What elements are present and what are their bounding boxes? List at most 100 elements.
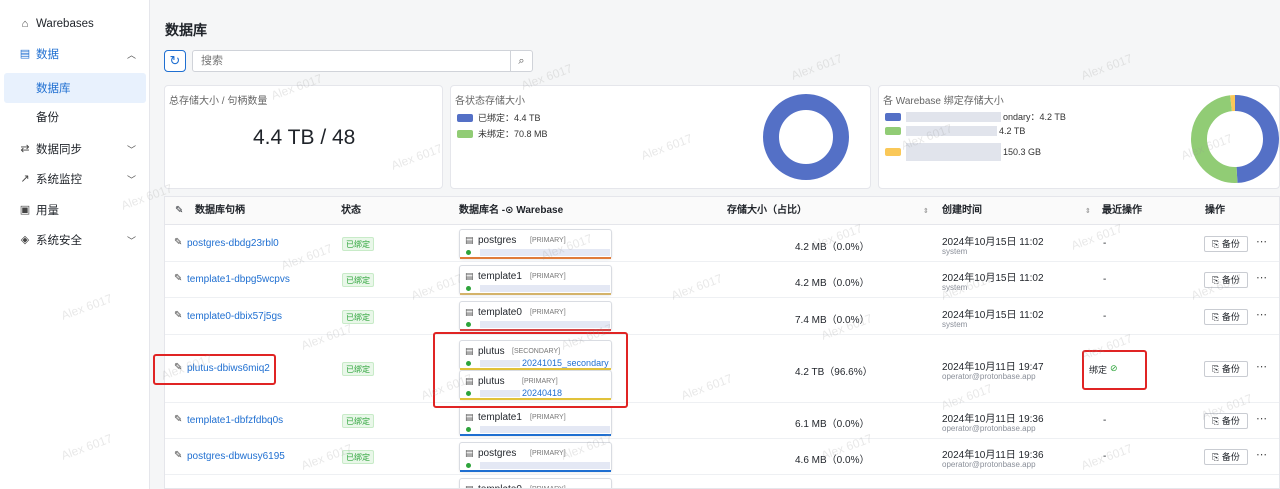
backup-label: 备份 [1221,452,1240,462]
handle-link[interactable]: template1-dbpg5wcpvs [187,274,290,285]
sidebar-item-backup[interactable]: 备份 [0,102,150,132]
creator: system [942,247,968,256]
backup-icon: ⎘ [1212,275,1220,285]
more-icon[interactable]: ⋯ [1256,271,1267,284]
backup-button[interactable]: ⎘ 备份 [1204,361,1248,377]
edit-icon: ✎ [175,205,184,216]
blurred-text [906,111,1001,122]
more-icon[interactable]: ⋯ [1256,308,1267,321]
handle-link[interactable]: postgres-dbwusy6195 [187,451,285,462]
handle-link[interactable]: postgres-dbdg23rbl0 [187,238,279,249]
backup-icon: ⎘ [1212,311,1220,322]
creator: system [942,283,968,292]
legend-swatch [885,127,901,135]
table-row: ✎ template1-dbfzfdbq0s 已绑定 ▤ template1 [PR… [165,403,1279,439]
card-title: 总存储大小 / 句柄数量 [169,96,268,107]
backup-button[interactable]: ⎘ 备份 [1204,449,1248,465]
chevron-down-icon: ﹀ [127,144,137,155]
db-role: [PRIMARY] [530,273,566,280]
legend-swatch [885,112,901,121]
db-card[interactable]: ▤ postgres [PRIMARY] [459,229,612,259]
legend-item: ondary：4.2 TB [885,110,1066,123]
status-badge: 已绑定 [342,237,374,251]
legend-label: 150.3 GB [1003,147,1042,157]
backup-icon: ⎘ [1212,239,1220,249]
sort-icon[interactable]: ⇕ [920,197,929,225]
sidebar-item-label: 数据同步 [36,144,82,156]
db-card[interactable]: ▤ template0 [PRIMARY] [459,478,612,488]
sidebar: ⌂ Warebases ▤ 数据 ︿ 数据库 备份 ⇄ 数据同步 ﹀ ↗ 系统监… [0,0,150,489]
legend-label: 4.2 TB [999,126,1026,136]
sidebar-item-monitor[interactable]: ↗ 系统监控 ﹀ [0,164,150,194]
backup-label: 备份 [1221,311,1240,322]
more-icon[interactable]: ⋯ [1256,412,1267,425]
edit-icon[interactable]: ✎ [174,450,182,461]
size-value: 4.2 TB（96.6%） [795,367,873,378]
created-time: 2024年10月15日 11:02 [942,237,1044,248]
size-value: 4.6 MB（0.0%） [795,455,870,466]
edit-icon[interactable]: ✎ [174,273,182,284]
recent-op: - [1103,310,1107,322]
sort-icon[interactable]: ⇕ [1082,197,1091,225]
sidebar-item-usage[interactable]: ▣ 用量 [0,195,150,225]
db-role: [PRIMARY] [530,414,566,421]
total-storage-value: 4.4 TB / 48 [253,126,356,149]
more-icon[interactable]: ⋯ [1256,235,1267,248]
card-title: 各状态存储大小 [455,96,525,107]
db-card[interactable]: ▤ template1 [PRIMARY] [459,265,612,295]
search-button[interactable]: ⌕ [510,51,532,71]
handle-link[interactable]: template1-dbfzfdbq0s [187,415,283,426]
sidebar-item-label: 数据 [36,49,59,61]
sidebar-item-label: 系统监控 [36,174,82,186]
sidebar-item-label: 数据库 [36,83,71,95]
header-created[interactable]: 创建时间 [942,197,982,225]
sidebar-item-warebases[interactable]: ⌂ Warebases [0,9,150,39]
header-status: 状态 [341,205,361,216]
blurred-text [480,321,610,328]
created-time: 2024年10月11日 19:36 [942,450,1044,461]
db-card[interactable]: ▤ template0 [PRIMARY] [459,301,612,331]
handle-link[interactable]: template0-dbix57j5gs [187,311,282,322]
chevron-down-icon: ﹀ [127,174,137,185]
edit-icon[interactable]: ✎ [174,237,182,248]
sidebar-item-data-sync[interactable]: ⇄ 数据同步 ﹀ [0,134,150,164]
usage-icon: ▣ [19,204,31,216]
header-dbname: 数据库名 -⊙ Warebase [459,205,564,216]
status-badge: 已绑定 [342,414,374,428]
refresh-button[interactable]: ↻ [164,50,186,72]
sidebar-item-databases[interactable]: 数据库 [4,73,146,103]
backup-icon: ⎘ [1212,452,1220,462]
backup-button[interactable]: ⎘ 备份 [1204,272,1248,288]
sidebar-item-label: 系统安全 [36,235,82,247]
more-icon[interactable]: ⋯ [1256,448,1267,461]
header-size[interactable]: 存储大小（占比） [727,197,807,225]
status-badge: 已绑定 [342,450,374,464]
sidebar-item-label: 备份 [36,112,59,124]
db-card[interactable]: ▤ template1 [PRIMARY] [459,406,612,436]
blurred-text [480,426,610,433]
legend-item: 未绑定：70.8 MB [457,127,548,140]
backup-button[interactable]: ⎘ 备份 [1204,413,1248,429]
sidebar-item-data[interactable]: ▤ 数据 ︿ [0,39,150,69]
db-name: template0 [478,307,522,318]
backup-button[interactable]: ⎘ 备份 [1204,308,1248,325]
status-donut-chart [763,94,849,180]
chevron-down-icon: ﹀ [127,235,137,246]
search-input[interactable] [201,54,501,68]
db-card[interactable]: ▤ postgres [PRIMARY] [459,442,612,472]
backup-icon: ⎘ [1212,364,1220,374]
header-handle: 数据库句柄 [195,205,245,216]
database-icon: ▤ [465,448,474,458]
chevron-up-icon: ︿ [127,49,137,60]
edit-icon[interactable]: ✎ [174,414,182,425]
sidebar-item-security[interactable]: ◈ 系统安全 ﹀ [0,225,150,255]
backup-button[interactable]: ⎘ 备份 [1204,236,1248,252]
total-storage-card: 总存储大小 / 句柄数量 4.4 TB / 48 [164,85,443,189]
table-row: ✎ postgres-dbwusy6195 已绑定 ▤ postgres [PRIM… [165,439,1279,475]
more-icon[interactable]: ⋯ [1256,360,1267,373]
status-dot [466,322,471,327]
db-role: [PRIMARY] [530,309,566,316]
legend-item: 150.3 GB [885,143,1041,161]
edit-icon[interactable]: ✎ [174,310,182,321]
recent-op: - [1103,415,1107,426]
